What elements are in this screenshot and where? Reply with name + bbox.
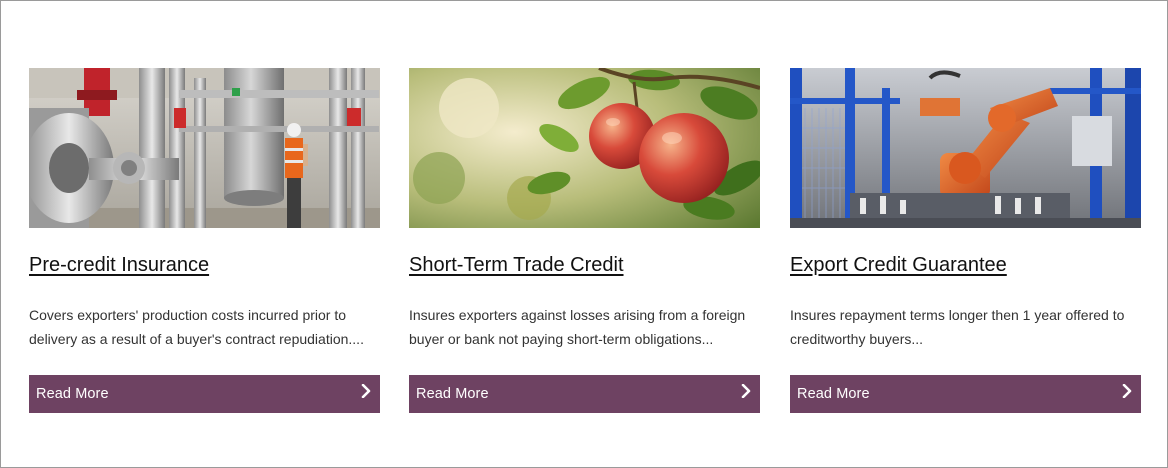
read-more-button[interactable]: Read More [790, 375, 1141, 413]
chevron-right-icon [1121, 383, 1133, 399]
card-export-credit-guarantee: Export Credit Guarantee Insures repaymen… [790, 68, 1141, 413]
card-title-link[interactable]: Pre-credit Insurance [29, 253, 209, 277]
read-more-label: Read More [416, 386, 489, 402]
card-image-robot-arm[interactable] [790, 68, 1141, 228]
card-description: Insures repayment terms longer then 1 ye… [790, 307, 1125, 347]
card-short-term-trade-credit: Short-Term Trade Credit Insures exporter… [409, 68, 760, 413]
card-title-link[interactable]: Export Credit Guarantee [790, 253, 1007, 277]
chevron-right-icon [360, 383, 372, 399]
product-cards-section: Pre-credit Insurance Covers exporters' p… [0, 0, 1168, 468]
robot-arm-factory-photo [790, 68, 1141, 228]
apples-on-tree-photo [409, 68, 760, 228]
read-more-label: Read More [797, 386, 870, 402]
card-pre-credit-insurance: Pre-credit Insurance Covers exporters' p… [29, 68, 380, 413]
read-more-button[interactable]: Read More [409, 375, 760, 413]
card-description: Covers exporters' production costs incur… [29, 307, 364, 347]
card-image-apples[interactable] [409, 68, 760, 228]
card-image-industrial-plant[interactable] [29, 68, 380, 228]
read-more-label: Read More [36, 386, 109, 402]
card-description: Insures exporters against losses arising… [409, 307, 746, 347]
read-more-button[interactable]: Read More [29, 375, 380, 413]
industrial-plant-photo [29, 68, 380, 228]
chevron-right-icon [740, 383, 752, 399]
card-title-link[interactable]: Short-Term Trade Credit [409, 253, 624, 277]
